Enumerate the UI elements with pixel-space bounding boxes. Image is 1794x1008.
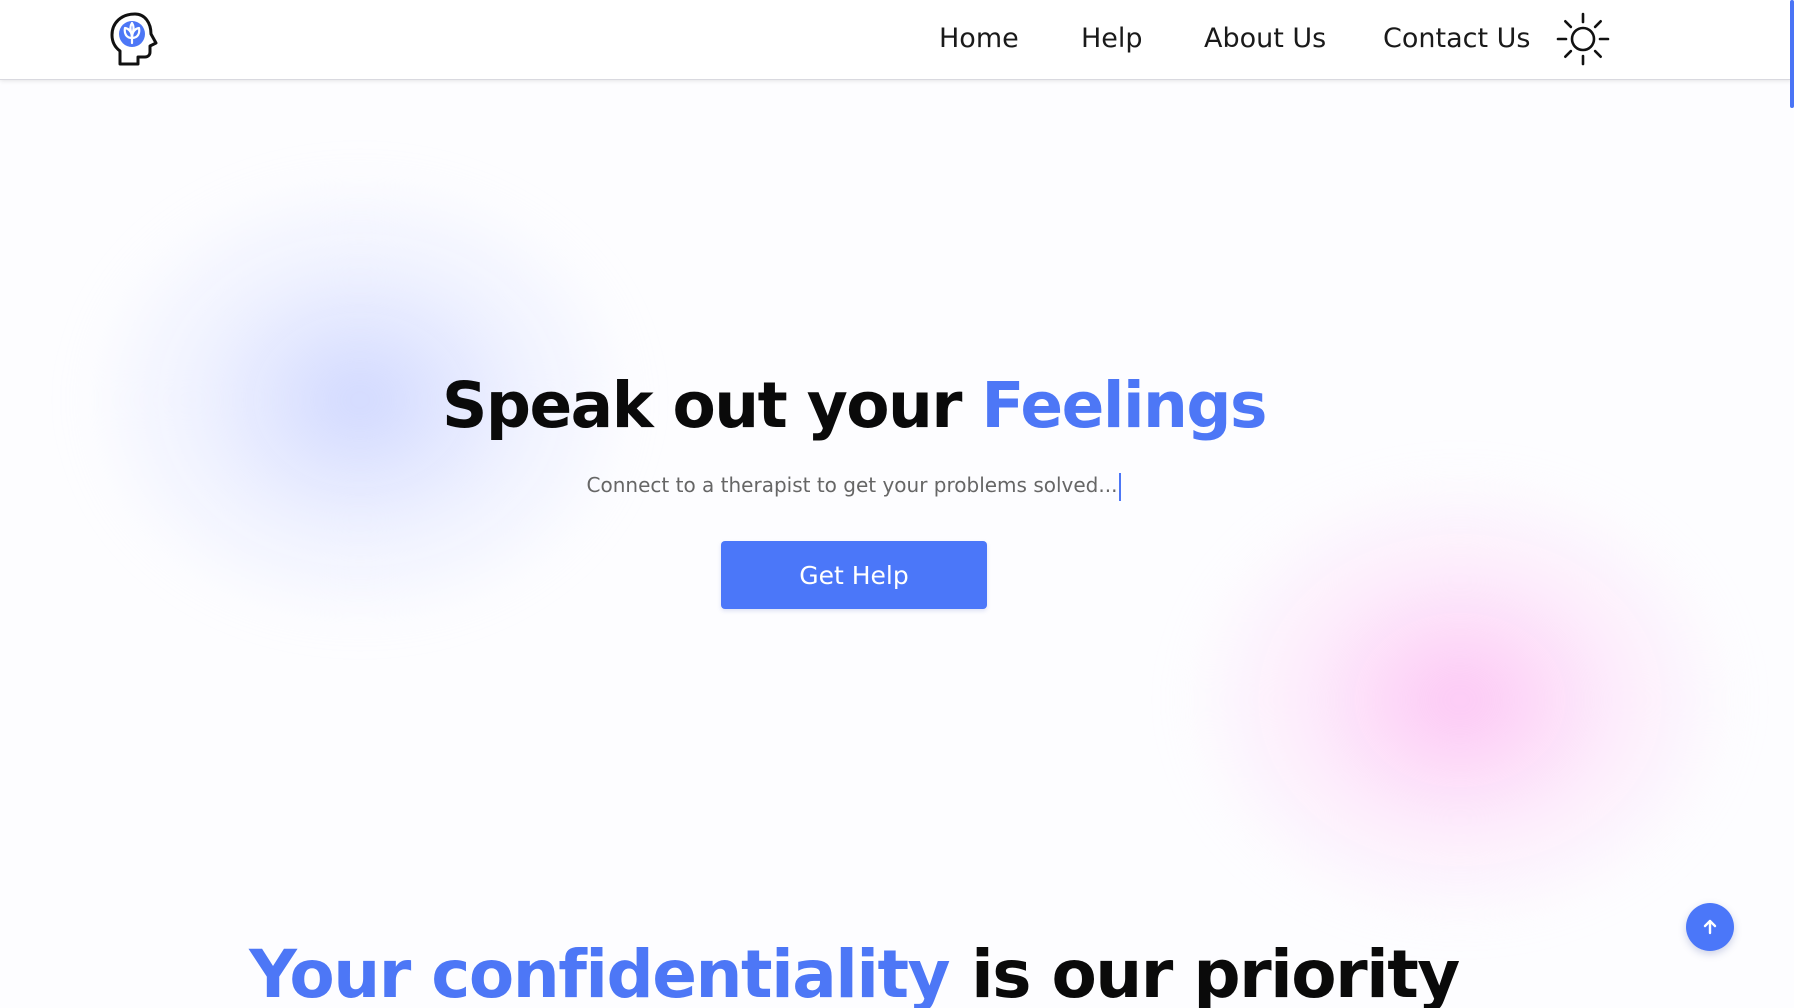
hero-subtitle-text: Connect to a therapist to get your probl… <box>586 473 1118 497</box>
hero-subtitle: Connect to a therapist to get your probl… <box>0 470 1708 501</box>
nav-link-home[interactable]: Home <box>939 20 1019 58</box>
nav-link-contact-us[interactable]: Contact Us <box>1383 20 1530 58</box>
scroll-to-top-button[interactable] <box>1686 903 1734 951</box>
background-blob-pink <box>1180 470 1740 930</box>
section-title-main: is our priority <box>971 936 1460 1008</box>
section-title: Your confidentiality is our priority <box>0 930 1708 1008</box>
page-viewport: Home Help About Us Contact Us Speak out … <box>0 0 1794 1008</box>
scrollbar-thumb[interactable] <box>1790 0 1794 108</box>
hero-title: Speak out your Feelings <box>0 366 1708 446</box>
section-title-accent: Your confidentiality <box>249 936 950 1008</box>
sun-icon[interactable] <box>1556 12 1610 66</box>
mind-leaf-icon[interactable] <box>105 10 163 68</box>
arrow-up-icon <box>1700 917 1720 937</box>
hero-title-accent: Feelings <box>981 369 1267 442</box>
navbar: Home Help About Us Contact Us <box>0 0 1792 80</box>
get-help-button[interactable]: Get Help <box>721 541 987 609</box>
nav-link-help[interactable]: Help <box>1081 20 1143 58</box>
typing-cursor <box>1119 472 1122 501</box>
hero-title-main: Speak out your <box>441 369 982 442</box>
nav-link-about-us[interactable]: About Us <box>1204 20 1326 58</box>
